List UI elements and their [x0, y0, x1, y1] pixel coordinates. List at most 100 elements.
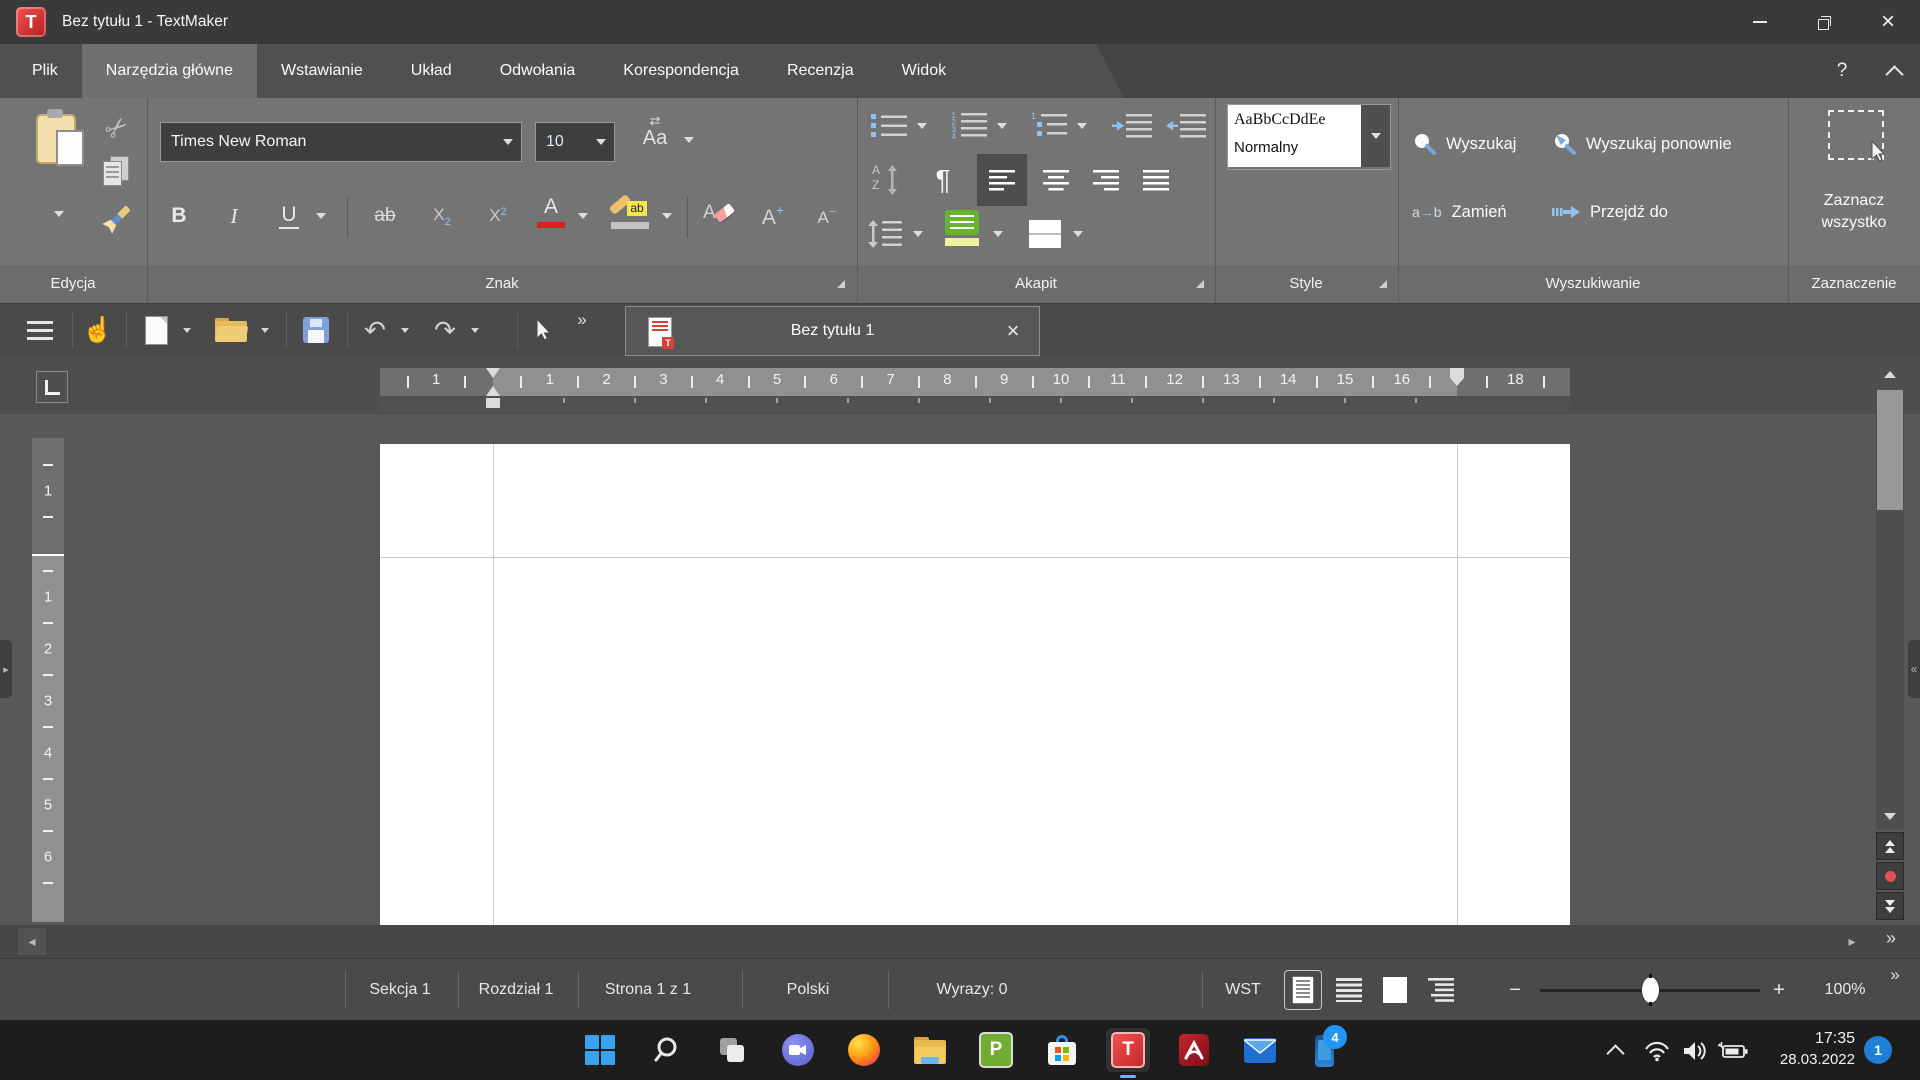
reduce-font-button[interactable]: A−	[805, 192, 849, 240]
open-button[interactable]	[208, 308, 254, 352]
status-chapter[interactable]: Rozdział 1	[479, 959, 554, 1021]
normal-view-button[interactable]	[1330, 970, 1368, 1010]
subscript-button[interactable]: X2	[419, 192, 465, 240]
document-tab[interactable]: T Bez tytułu 1 ×	[625, 306, 1040, 356]
scrollbar-overflow-button[interactable]: »	[1876, 925, 1906, 952]
dialog-launcher-akapit[interactable]	[1196, 280, 1204, 288]
justify-button[interactable]	[1133, 154, 1179, 206]
highlight-dropdown[interactable]	[657, 192, 677, 240]
minimize-button[interactable]	[1728, 0, 1792, 44]
chat-button[interactable]	[776, 1028, 820, 1072]
previous-object-button[interactable]	[1876, 832, 1904, 860]
battery-indicator[interactable]	[1714, 1034, 1752, 1068]
tab-narzedzia-g-owne[interactable]: Narzędzia główne	[82, 44, 257, 98]
goto-button[interactable]: Przejdź do	[1548, 194, 1708, 230]
numbered-list-dropdown[interactable]	[991, 106, 1013, 146]
find-button[interactable]: Wyszukaj	[1408, 126, 1548, 162]
task-view-button[interactable]	[710, 1028, 754, 1072]
paste-dropdown[interactable]	[44, 206, 74, 222]
pilcrow-button[interactable]: ¶	[921, 156, 965, 204]
copy-button[interactable]	[100, 156, 136, 190]
scroll-left-button[interactable]: ◂	[18, 928, 46, 955]
firefox-button[interactable]	[842, 1028, 886, 1072]
help-button[interactable]: ?	[1820, 44, 1864, 98]
paste-button[interactable]	[34, 108, 86, 172]
italic-button[interactable]: I	[214, 192, 254, 240]
bullet-list-dropdown[interactable]	[911, 106, 933, 146]
your-phone-button[interactable]: 4	[1304, 1028, 1348, 1072]
tab-odwo-ania[interactable]: Odwołania	[476, 44, 600, 98]
tab-widok[interactable]: Widok	[878, 44, 970, 98]
decrease-indent-button[interactable]	[1163, 106, 1209, 146]
underline-button[interactable]: U	[269, 192, 309, 240]
right-indent-marker[interactable]	[1450, 368, 1464, 386]
line-spacing-dropdown[interactable]	[907, 212, 929, 256]
tray-expand-button[interactable]	[1598, 1034, 1632, 1068]
new-document-dropdown[interactable]	[178, 308, 196, 352]
new-document-button[interactable]	[136, 308, 176, 352]
superscript-button[interactable]: X2	[475, 192, 521, 240]
toolbar-overflow-button[interactable]: »	[570, 310, 594, 330]
mail-button[interactable]	[1238, 1028, 1282, 1072]
borders-button[interactable]	[1025, 212, 1065, 256]
zoom-in-button[interactable]: +	[1764, 975, 1794, 1005]
remove-formatting-button[interactable]: A	[699, 192, 743, 240]
strikethrough-button[interactable]: ab	[359, 192, 411, 240]
insert-mode-toggle[interactable]: WST	[1225, 959, 1261, 1021]
collapse-ribbon-button[interactable]	[1872, 44, 1916, 98]
undo-button[interactable]: ↶	[356, 308, 394, 352]
hanging-indent-marker[interactable]	[486, 386, 500, 396]
font-color-button[interactable]: A	[531, 194, 571, 240]
fullscreen-view-button[interactable]	[1376, 970, 1414, 1010]
shading-button[interactable]	[945, 210, 985, 258]
planmaker-button[interactable]: P	[974, 1028, 1018, 1072]
zoom-slider-thumb[interactable]	[1642, 977, 1659, 1003]
enlarge-font-button[interactable]: A+	[751, 192, 795, 240]
page-view-button[interactable]	[1284, 970, 1322, 1010]
left-indent-marker[interactable]	[486, 398, 500, 408]
file-explorer-button[interactable]	[908, 1028, 952, 1072]
microsoft-store-button[interactable]	[1040, 1028, 1084, 1072]
style-gallery[interactable]: AaBbCcDdEe Normalny	[1227, 104, 1391, 170]
font-color-dropdown[interactable]	[573, 192, 593, 240]
close-button[interactable]: ×	[1856, 0, 1920, 44]
tab-selector-button[interactable]	[36, 371, 68, 403]
zoom-out-button[interactable]: −	[1500, 975, 1530, 1005]
start-button[interactable]	[578, 1028, 622, 1072]
next-object-button[interactable]	[1876, 892, 1904, 920]
tab-korespondencja[interactable]: Korespondencja	[599, 44, 763, 98]
increase-indent-button[interactable]	[1109, 106, 1155, 146]
borders-dropdown[interactable]	[1067, 212, 1089, 256]
right-panel-expander[interactable]: «	[1908, 640, 1920, 698]
wifi-indicator[interactable]	[1640, 1034, 1674, 1068]
outline-view-button[interactable]	[1422, 970, 1460, 1010]
shading-dropdown[interactable]	[987, 212, 1009, 256]
align-center-button[interactable]	[1033, 154, 1079, 206]
highlight-button[interactable]: ab	[603, 190, 659, 240]
status-section[interactable]: Sekcja 1	[369, 959, 430, 1021]
line-spacing-button[interactable]	[865, 212, 905, 256]
status-page[interactable]: Strona 1 z 1	[605, 959, 691, 1021]
search-button[interactable]	[644, 1028, 688, 1072]
change-case-dropdown[interactable]	[679, 130, 699, 150]
bullet-list-button[interactable]	[869, 106, 909, 146]
sort-button[interactable]: A Z	[865, 156, 909, 204]
document-page[interactable]	[380, 444, 1570, 925]
restore-button[interactable]	[1792, 0, 1856, 44]
volume-indicator[interactable]	[1678, 1034, 1712, 1068]
font-name-combo[interactable]: Times New Roman	[160, 122, 522, 162]
tab-recenzja[interactable]: Recenzja	[763, 44, 878, 98]
notification-badge[interactable]: 1	[1864, 1036, 1892, 1064]
zoom-level[interactable]: 100%	[1825, 959, 1866, 1021]
left-panel-expander[interactable]: ▸	[0, 640, 12, 698]
menu-button[interactable]	[18, 308, 62, 352]
multilevel-list-dropdown[interactable]	[1071, 106, 1093, 146]
status-language[interactable]: Polski	[787, 959, 830, 1021]
select-all-button[interactable]: Zaznacz wszystko	[1788, 98, 1920, 258]
document-tab-close-button[interactable]: ×	[995, 307, 1031, 355]
first-line-indent-marker[interactable]	[486, 368, 500, 378]
scroll-down-button[interactable]	[1876, 802, 1904, 830]
undo-dropdown[interactable]	[396, 308, 414, 352]
style-gallery-dropdown[interactable]	[1361, 105, 1390, 167]
acrobat-button[interactable]	[1172, 1028, 1216, 1072]
